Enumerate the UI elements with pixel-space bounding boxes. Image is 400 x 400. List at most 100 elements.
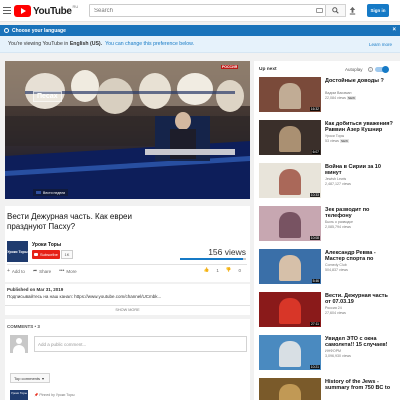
comments-section: COMMENTS • 3 Top comments ▾ Уроки Торы 📌… (5, 319, 250, 400)
description-text: Подписывайтесь на наш канал: https://www… (7, 294, 162, 299)
keyboard-icon[interactable] (316, 8, 323, 13)
comment-author-avatar[interactable]: Уроки Торы (10, 390, 28, 400)
channel-label: ИНФОРМ (325, 349, 342, 353)
comments-header: COMMENTS • 3 (7, 324, 40, 329)
recommendation-title[interactable]: Увидел ЭТО с окна самолета!! 15 случаев! (325, 336, 395, 348)
recommendation-thumbnail[interactable]: 16:32 (259, 77, 321, 112)
thumbs-up-icon[interactable]: 👍 (204, 267, 210, 273)
youtube-logo[interactable]: YouTube RU (14, 4, 78, 18)
channel-label: Jewish Lewis (325, 177, 347, 181)
recommendation-thumbnail[interactable]: 27:11 (259, 292, 321, 327)
recommendation-item[interactable]: 5:46 Александр Ревва - Мастер спорта по а… (259, 249, 395, 287)
language-banner-body: You're viewing YouTube in English (US). … (0, 36, 400, 53)
recommendation-thumbnail[interactable] (259, 378, 321, 400)
channel-label: Comedy Club (325, 263, 347, 267)
sort-comments-button[interactable]: Top comments ▾ (10, 373, 50, 383)
add-to-label: Add to (11, 268, 25, 274)
recommendation-views: 27,604 views (325, 311, 346, 315)
recommendation-item[interactable]: 10:08 Зек разводит по телефону Быль о разв… (259, 206, 395, 244)
recommendation-title[interactable]: Александр Ревва - Мастер спорта по аэроб… (325, 250, 395, 262)
thumbs-down-icon[interactable]: 👎 (226, 267, 232, 273)
learn-more-link[interactable]: Learn more (369, 42, 392, 47)
thumbnail-figure (279, 126, 301, 152)
recommendation-title[interactable]: Как добиться уважения? Раввин Азер Кушни… (325, 121, 395, 133)
share-button[interactable]: ➦ Share (33, 268, 51, 274)
video-duration: 6:07 (311, 150, 320, 154)
plus-icon: + (7, 268, 10, 274)
recommendation-item[interactable]: 6:07 Как добиться уважения? Раввин Азер К… (259, 120, 395, 158)
sort-label: Top comments (14, 375, 41, 381)
logo-country-code: RU (72, 4, 79, 9)
close-icon[interactable]: × (392, 27, 396, 34)
more-icon: ••• (59, 268, 65, 274)
chevron-down-icon: ▾ (42, 375, 45, 381)
toggle-knob (382, 66, 389, 73)
recommendation-title[interactable]: Зек разводит по телефону (325, 207, 395, 219)
recommendation-thumbnail[interactable]: 10:33 (259, 163, 321, 198)
recommendation-thumbnail[interactable]: 6:07 (259, 120, 321, 155)
publish-date: Published on Mar 31, 2019 (7, 287, 64, 292)
views-label: 2,085,794 views (325, 225, 351, 229)
share-label: Share (39, 268, 52, 274)
up-next-label: Up next (259, 67, 277, 72)
logo-text: YouTube (33, 5, 72, 17)
like-dislike-group: 👍 1 👎 0 (202, 267, 246, 273)
info-icon[interactable]: i (368, 67, 373, 72)
channel-name-link[interactable]: Уроки Торы (32, 242, 61, 248)
recommendation-title[interactable]: Вести. Дежурная часть от 07.03.19 (325, 293, 395, 305)
recommendation-thumbnail[interactable]: 10:08 (259, 206, 321, 241)
search-input[interactable] (89, 4, 326, 17)
subscriber-count: 1K (61, 250, 73, 259)
change-language-link[interactable]: You can change this preference below. (105, 41, 194, 47)
video-duration: 10:21 (309, 365, 320, 369)
add-to-button[interactable]: + Add to (7, 268, 25, 274)
view-count: 156 views (208, 247, 246, 257)
video-caption: Песах (33, 91, 62, 102)
video-player[interactable]: Песах Вести недели РОССИЯ (5, 61, 250, 199)
recommendation-title[interactable]: Война в Сирии за 10 минут (325, 164, 395, 176)
video-frame-image (5, 61, 250, 199)
thumbnail-figure (279, 83, 301, 109)
sign-in-button[interactable]: Sign in (367, 4, 389, 17)
autoplay-toggle[interactable] (375, 66, 389, 73)
share-icon: ➦ (32, 268, 38, 274)
subscribe-button[interactable]: Subscribe (32, 250, 60, 259)
recommendation-thumbnail[interactable]: 5:46 (259, 249, 321, 284)
autoplay-label: Autoplay (345, 67, 363, 72)
recommendation-item[interactable]: 10:21 Увидел ЭТО с окна самолета!! 15 слу… (259, 335, 395, 373)
recommendation-channel: ИНФОРМ (325, 349, 341, 353)
video-duration: 5:46 (311, 279, 320, 283)
language-current: English (US). (69, 41, 103, 47)
thumbnail-figure (279, 384, 301, 400)
recommendation-item[interactable]: 27:11 Вести. Дежурная часть от 07.03.19 Ро… (259, 292, 395, 330)
related-sidebar: Up next Autoplay i 16:32 Достойные доводы… (254, 61, 400, 400)
new-badge: NEW (339, 139, 349, 143)
like-ratio-fill (180, 258, 243, 260)
recommendation-item[interactable]: 16:32 Достойные доводы ? Вадим Ваизман 22,0… (259, 77, 395, 115)
recommendation-channel: Jewish Lewis (325, 177, 346, 181)
recommendation-channel: Быль о разводке (325, 220, 353, 224)
video-duration: 10:08 (309, 236, 320, 240)
guide-menu-button[interactable] (2, 5, 12, 16)
views-label: 27,604 views (325, 311, 346, 315)
comment-input[interactable] (34, 336, 247, 352)
views-label: 3,096,930 views (325, 354, 351, 358)
recommendation-views: 22,084 views NEW (325, 96, 356, 100)
video-duration: 27:11 (309, 322, 320, 326)
video-duration: 16:32 (309, 107, 320, 111)
video-info-card: Вести Дежурная часть. Как евреи праздную… (5, 206, 250, 282)
recommendation-item[interactable]: 10:33 Война в Сирии за 10 минут Jewish Lew… (259, 163, 395, 201)
new-badge: NEW (346, 96, 356, 100)
recommendation-item[interactable]: History of the Jews - summary from 750 B… (259, 378, 395, 400)
upload-icon[interactable] (348, 6, 357, 15)
channel-label: Вадим Ваизман (325, 91, 352, 95)
pinned-label: Pinned by Уроки Торы (39, 393, 75, 397)
recommendation-thumbnail[interactable]: 10:21 (259, 335, 321, 370)
channel-avatar[interactable]: Уроки Торы (7, 241, 28, 262)
recommendation-title[interactable]: History of the Jews - summary from 750 B… (325, 379, 395, 391)
search-button[interactable] (326, 4, 346, 17)
dislike-count: 0 (238, 267, 241, 273)
recommendation-title[interactable]: Достойные доводы ? (325, 78, 395, 84)
show-more-button[interactable]: SHOW MORE (5, 305, 250, 314)
more-button[interactable]: ••• More (59, 268, 77, 274)
